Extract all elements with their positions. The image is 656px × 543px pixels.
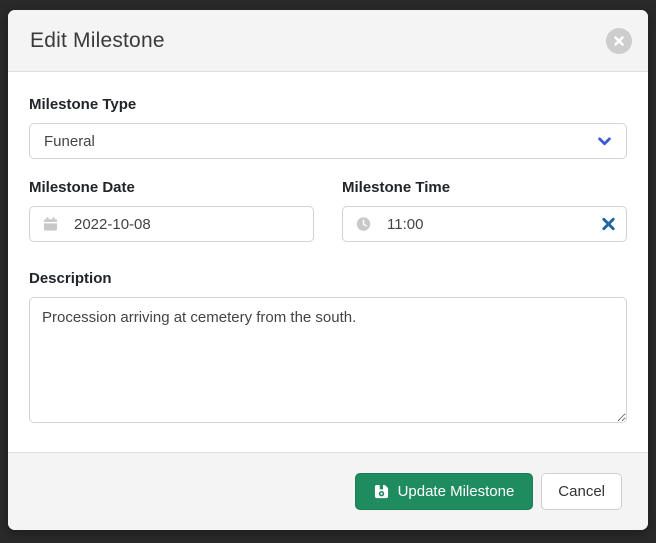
update-milestone-label: Update Milestone (398, 483, 515, 500)
description-field: Description Procession arriving at cemet… (29, 270, 627, 428)
modal-body: Milestone Type Funeral Milestone Date (8, 72, 648, 452)
close-icon (613, 35, 625, 47)
milestone-time-field: Milestone Time (342, 179, 627, 242)
modal-footer: Update Milestone Cancel (8, 452, 648, 530)
milestone-type-field: Milestone Type Funeral (29, 96, 627, 159)
description-label: Description (29, 270, 627, 287)
modal-overlay: Edit Milestone Milestone Type Funeral (0, 0, 656, 543)
milestone-type-label: Milestone Type (29, 96, 627, 113)
milestone-time-label: Milestone Time (342, 179, 627, 196)
modal-header: Edit Milestone (8, 10, 648, 72)
close-button[interactable] (606, 28, 632, 54)
description-textarea[interactable]: Procession arriving at cemetery from the… (29, 297, 627, 423)
cancel-button[interactable]: Cancel (541, 473, 622, 510)
milestone-type-select[interactable]: Funeral (29, 123, 627, 159)
milestone-time-input[interactable] (342, 206, 627, 242)
save-icon (374, 484, 389, 499)
chevron-down-icon (597, 134, 612, 149)
page-title: Edit Milestone (30, 29, 165, 53)
milestone-date-input[interactable] (29, 206, 314, 242)
milestone-date-field: Milestone Date (29, 179, 314, 242)
date-time-row: Milestone Date (29, 179, 627, 242)
edit-milestone-modal: Edit Milestone Milestone Type Funeral (8, 10, 648, 530)
update-milestone-button[interactable]: Update Milestone (355, 473, 534, 510)
milestone-date-label: Milestone Date (29, 179, 314, 196)
x-clear-icon[interactable] (601, 217, 616, 232)
milestone-type-selected-value: Funeral (44, 133, 95, 150)
